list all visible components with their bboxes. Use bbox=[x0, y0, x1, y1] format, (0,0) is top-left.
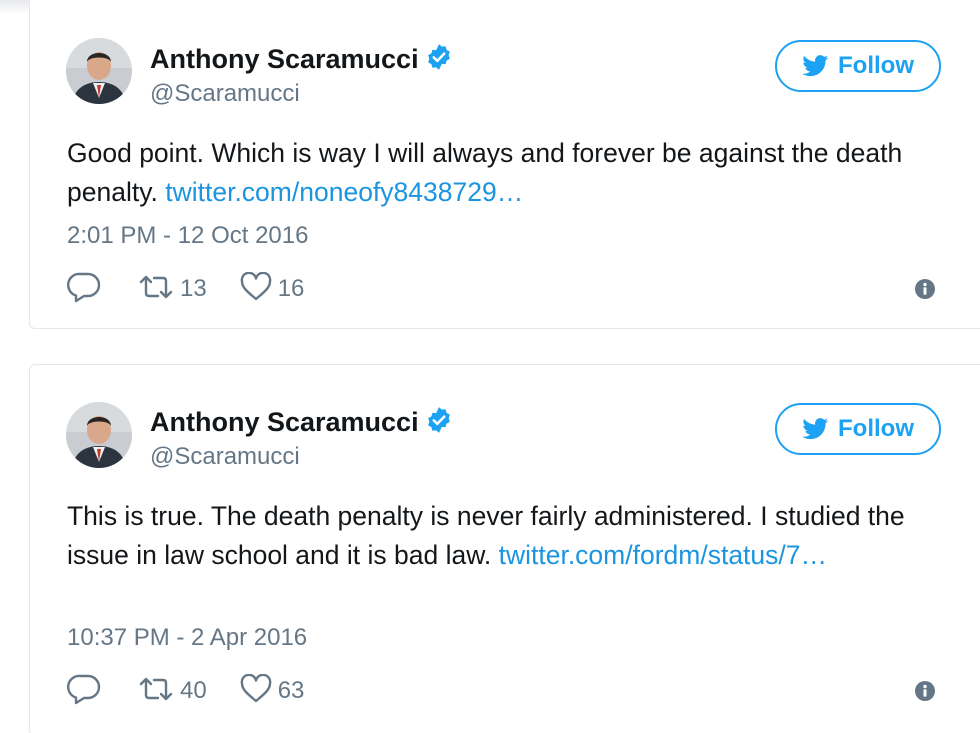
timestamp[interactable]: 10:37 PM - 2 Apr 2016 bbox=[67, 624, 307, 652]
follow-button[interactable]: Follow bbox=[775, 403, 941, 455]
page: Anthony Scaramucci @Scaramucci Follow Go… bbox=[0, 0, 980, 733]
retweet-button[interactable]: 13 bbox=[137, 273, 207, 306]
like-button[interactable]: 16 bbox=[239, 271, 305, 307]
author-name[interactable]: Anthony Scaramucci bbox=[150, 43, 453, 78]
action-bar: 13 16 bbox=[67, 271, 305, 308]
tweet-card: Anthony Scaramucci @Scaramucci Follow Go… bbox=[29, 0, 980, 329]
reply-icon bbox=[67, 673, 101, 710]
verified-badge-icon bbox=[425, 43, 453, 78]
twitter-bird-icon bbox=[802, 55, 829, 77]
like-button[interactable]: 63 bbox=[239, 673, 305, 709]
twitter-bird-icon bbox=[802, 418, 829, 440]
follow-button[interactable]: Follow bbox=[775, 40, 941, 92]
retweet-count: 40 bbox=[180, 677, 207, 704]
follow-label: Follow bbox=[838, 415, 914, 442]
retweet-count: 13 bbox=[180, 275, 207, 302]
retweet-button[interactable]: 40 bbox=[137, 675, 207, 708]
info-icon[interactable] bbox=[915, 681, 935, 701]
tweet-link[interactable]: twitter.com/fordm/status/7… bbox=[499, 540, 827, 570]
retweet-icon bbox=[137, 273, 175, 306]
author-handle[interactable]: @Scaramucci bbox=[150, 80, 300, 108]
author-handle[interactable]: @Scaramucci bbox=[150, 443, 300, 471]
avatar[interactable] bbox=[66, 402, 132, 468]
like-count: 63 bbox=[277, 677, 305, 704]
follow-label: Follow bbox=[838, 52, 914, 79]
reply-icon bbox=[67, 271, 101, 308]
verified-badge-icon bbox=[425, 406, 453, 441]
reply-button[interactable] bbox=[67, 271, 101, 308]
timestamp[interactable]: 2:01 PM - 12 Oct 2016 bbox=[67, 222, 308, 250]
heart-icon bbox=[239, 673, 273, 709]
tweet-card: Anthony Scaramucci @Scaramucci Follow Th… bbox=[29, 364, 980, 733]
info-icon[interactable] bbox=[915, 279, 935, 299]
tweet-text: Good point. Which is way I will always a… bbox=[67, 134, 947, 212]
tweet-text: This is true. The death penalty is never… bbox=[67, 497, 947, 575]
retweet-icon bbox=[137, 675, 175, 708]
like-count: 16 bbox=[277, 275, 305, 302]
reply-button[interactable] bbox=[67, 673, 101, 710]
action-bar: 40 63 bbox=[67, 673, 305, 710]
author-name[interactable]: Anthony Scaramucci bbox=[150, 406, 453, 441]
avatar[interactable] bbox=[66, 38, 132, 104]
tweet-link[interactable]: twitter.com/noneofy8438729… bbox=[165, 177, 523, 207]
heart-icon bbox=[239, 271, 273, 307]
